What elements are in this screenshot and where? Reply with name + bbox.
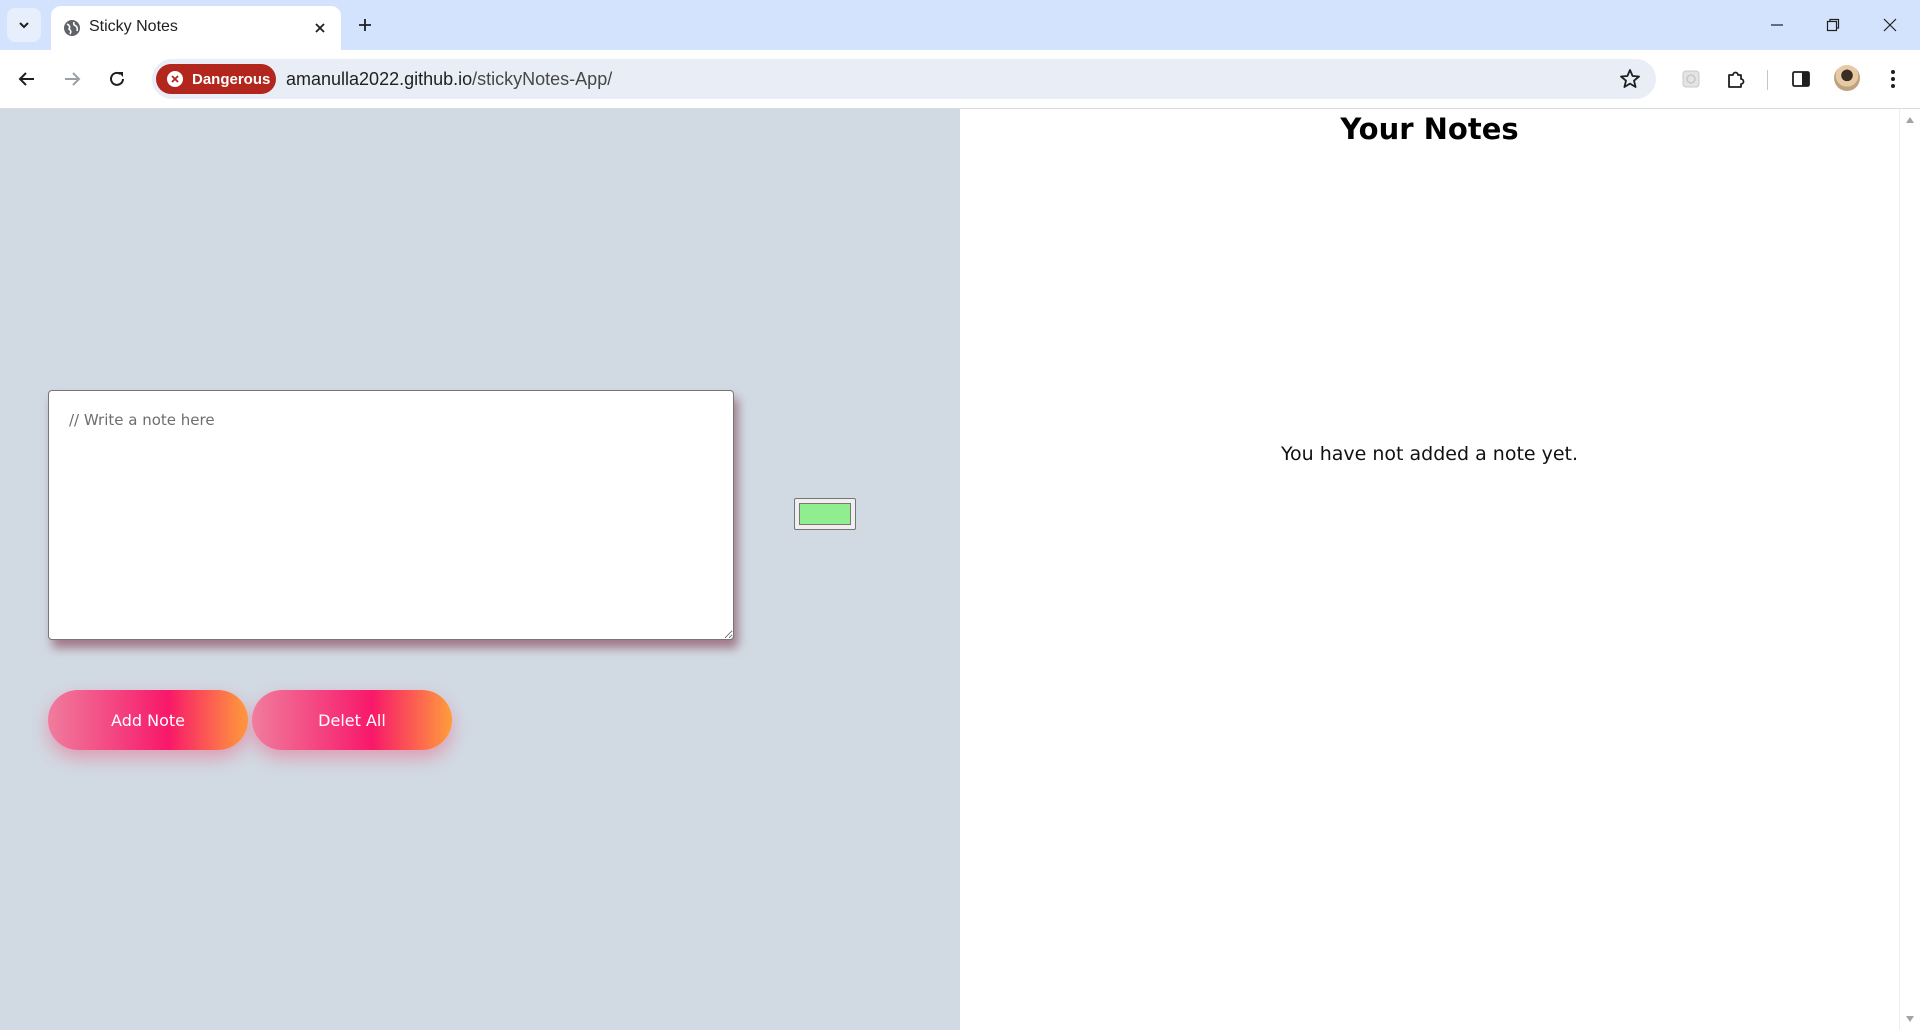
extension-button[interactable]	[1675, 63, 1707, 95]
minimize-icon	[1771, 24, 1783, 26]
extension-puzzle-faded-icon	[1682, 70, 1700, 88]
chevron-down-icon	[19, 22, 29, 29]
browser-toolbar: Dangerous amanulla2022.github.io/stickyN…	[0, 50, 1920, 109]
notes-heading: Your Notes	[1340, 112, 1519, 146]
restore-icon	[1826, 18, 1840, 32]
address-bar[interactable]: Dangerous amanulla2022.github.io/stickyN…	[152, 59, 1656, 99]
active-tab[interactable]: Sticky Notes	[51, 6, 341, 50]
tab-search-button[interactable]	[7, 8, 41, 42]
url-path: /stickyNotes-App/	[472, 69, 613, 89]
tab-strip: Sticky Notes	[0, 0, 1920, 50]
tab-title: Sticky Notes	[89, 18, 178, 35]
url-text: amanulla2022.github.io/stickyNotes-App/	[286, 69, 612, 90]
globe-icon	[64, 20, 80, 36]
close-window-button[interactable]	[1862, 0, 1918, 50]
back-button[interactable]	[11, 63, 43, 95]
minimize-button[interactable]	[1749, 0, 1805, 50]
browser-menu-button[interactable]	[1877, 63, 1909, 95]
more-vertical-icon	[1891, 70, 1895, 88]
side-panel-icon	[1792, 71, 1810, 87]
plus-icon	[359, 19, 371, 31]
side-panel-button[interactable]	[1785, 63, 1817, 95]
page-scrollbar[interactable]	[1899, 109, 1920, 1030]
scroll-up-arrow[interactable]	[1906, 117, 1914, 123]
note-color-picker[interactable]	[794, 498, 856, 530]
extensions-menu-button[interactable]	[1720, 63, 1752, 95]
puzzle-icon	[1728, 71, 1745, 88]
reload-button[interactable]	[101, 63, 133, 95]
reload-icon	[110, 71, 124, 86]
bookmark-star-icon[interactable]	[1618, 67, 1642, 91]
forward-button[interactable]	[56, 63, 88, 95]
notes-panel: Your Notes You have not added a note yet…	[960, 109, 1899, 1030]
delete-all-button[interactable]: Delet All	[252, 690, 452, 750]
color-swatch	[799, 503, 851, 525]
arrow-right-icon	[65, 72, 81, 86]
empty-notes-message: You have not added a note yet.	[1280, 443, 1579, 465]
restore-button[interactable]	[1805, 0, 1861, 50]
danger-icon	[167, 71, 183, 87]
close-icon	[315, 23, 325, 33]
close-icon	[1883, 18, 1897, 32]
url-host: amanulla2022.github.io	[286, 69, 473, 89]
security-warning-chip[interactable]: Dangerous	[156, 64, 276, 94]
tab-close-button[interactable]	[309, 17, 331, 39]
add-note-button[interactable]: Add Note	[48, 690, 248, 750]
note-textarea[interactable]	[48, 390, 734, 640]
profile-avatar[interactable]	[1834, 65, 1860, 91]
scroll-down-arrow[interactable]	[1906, 1016, 1914, 1022]
page-content: Add Note Delet All Your Notes You have n…	[0, 109, 1920, 1030]
note-editor-panel: Add Note Delet All	[0, 109, 960, 1030]
toolbar-divider	[1767, 70, 1768, 90]
arrow-left-icon	[18, 72, 34, 86]
new-tab-button[interactable]	[350, 10, 380, 40]
security-label: Dangerous	[192, 70, 271, 88]
